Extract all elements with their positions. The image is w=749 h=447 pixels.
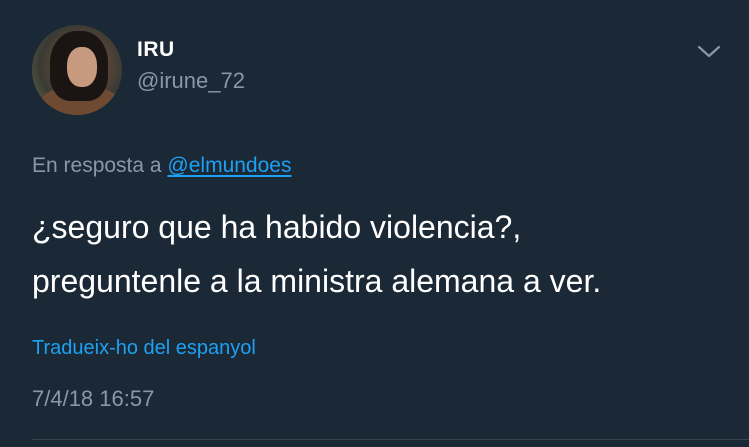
tweet-text-line: ¿seguro que ha habido violencia?, (32, 209, 522, 245)
avatar[interactable] (32, 25, 122, 115)
divider (32, 439, 749, 440)
tweet-menu-button[interactable] (692, 38, 726, 66)
timestamp[interactable]: 7/4/18 16:57 (32, 386, 154, 412)
tweet-text-line: preguntenle a la ministra alemana a ver. (32, 263, 602, 299)
avatar-face (67, 47, 97, 87)
tweet-text: ¿seguro que ha habido violencia?, pregun… (32, 200, 722, 308)
author-handle[interactable]: @irune_72 (137, 68, 245, 94)
reply-context: En resposta a @elmundoes (32, 154, 291, 178)
author-name[interactable]: IRU (137, 38, 175, 62)
tweet-detail: IRU @irune_72 En resposta a @elmundoes ¿… (0, 0, 749, 447)
translate-link[interactable]: Tradueix-ho del espanyol (32, 337, 256, 360)
reply-mention-link[interactable]: @elmundoes (167, 154, 291, 177)
chevron-down-icon (697, 45, 721, 58)
reply-prefix: En resposta a (32, 154, 168, 177)
